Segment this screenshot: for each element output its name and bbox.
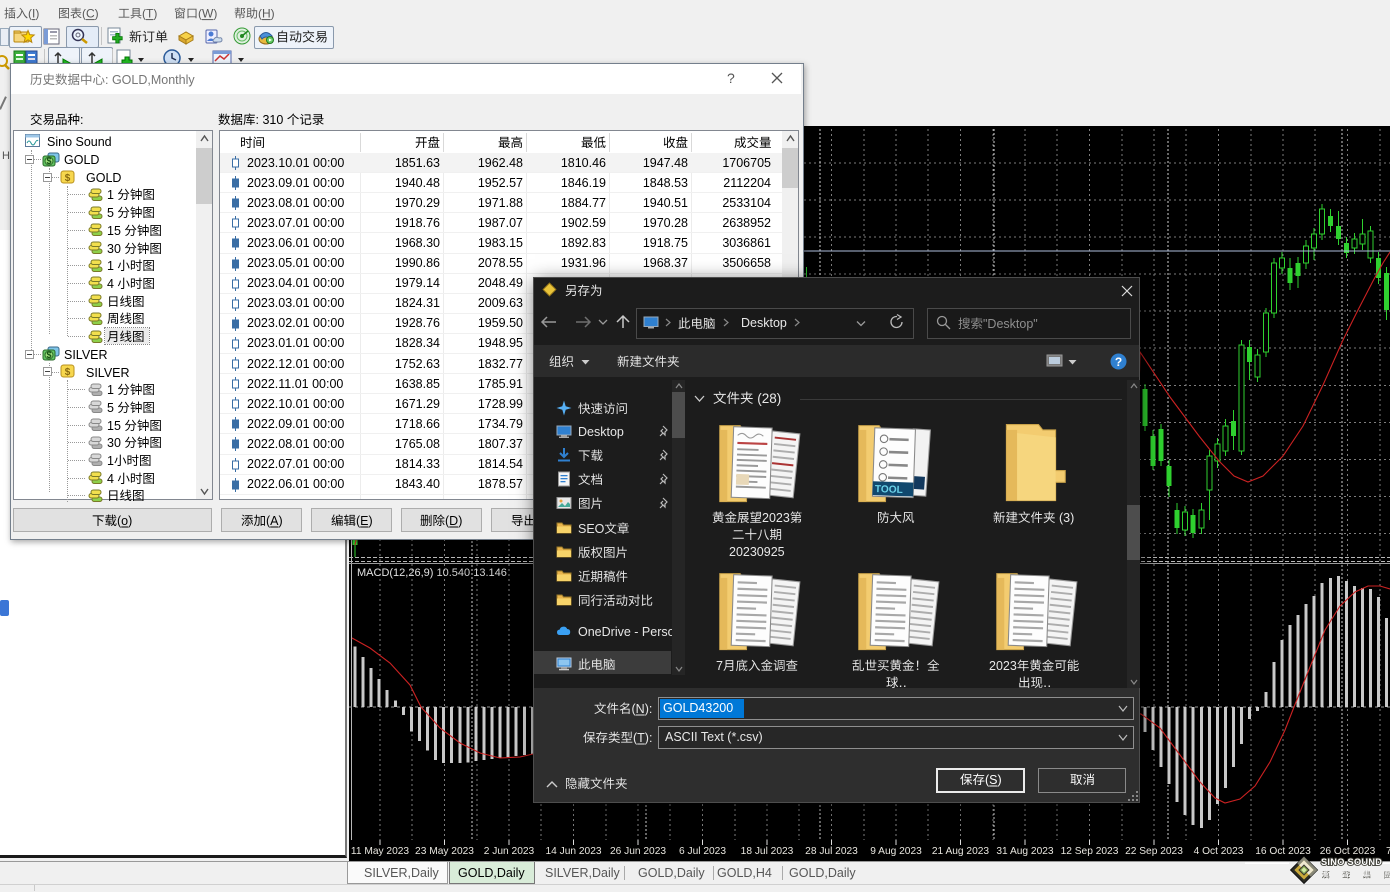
svg-text:(28): (28) — [754, 391, 782, 406]
svg-text:15: 15 — [107, 224, 124, 238]
svg-text:6 Jul 2023: 6 Jul 2023 — [679, 846, 726, 857]
svg-text:$: $ — [65, 367, 71, 378]
svg-text:(T): (T) — [142, 7, 157, 21]
svg-text:1: 1 — [107, 188, 117, 202]
svg-text:: 310: : 310 — [256, 113, 287, 127]
svg-text:20230925: 20230925 — [729, 545, 785, 559]
svg-text:GOLD: GOLD — [64, 153, 99, 167]
svg-text:5: 5 — [107, 206, 117, 220]
svg-text::: : — [80, 113, 83, 127]
svg-text:4 Oct 2023: 4 Oct 2023 — [1194, 846, 1244, 857]
svg-text:(o): (o) — [117, 514, 132, 528]
svg-text:TOOL: TOOL — [875, 484, 903, 496]
svg-text:SILVER: SILVER — [86, 366, 130, 380]
svg-text:?: ? — [1115, 355, 1122, 369]
svg-text:(W): (W) — [198, 7, 217, 21]
svg-text:4: 4 — [107, 472, 117, 486]
svg-text:4: 4 — [107, 277, 117, 291]
svg-text:(S): (S) — [985, 773, 1002, 787]
svg-text:7: 7 — [716, 659, 723, 673]
svg-text:22 Sep 2023: 22 Sep 2023 — [1125, 846, 1183, 857]
svg-text:1: 1 — [107, 454, 114, 468]
svg-text:(T):: (T): — [633, 731, 652, 745]
svg-text:15: 15 — [107, 419, 124, 433]
svg-text:28 Jul 2023: 28 Jul 2023 — [805, 846, 858, 857]
svg-text:Sino Sound: Sino Sound — [47, 135, 112, 149]
svg-text:30: 30 — [107, 436, 124, 450]
svg-text:(3): (3) — [1056, 511, 1075, 525]
svg-text:(C): (C) — [82, 7, 99, 21]
svg-text:23 May 2023: 23 May 2023 — [415, 846, 474, 857]
svg-text:2023: 2023 — [989, 659, 1017, 673]
svg-text:26 Jun 2023: 26 Jun 2023 — [610, 846, 666, 857]
svg-text:14 Jun 2023: 14 Jun 2023 — [545, 846, 601, 857]
svg-text:(N):: (N): — [631, 702, 652, 716]
svg-text:30: 30 — [107, 242, 124, 256]
svg-text:21 Aug 2023: 21 Aug 2023 — [932, 846, 990, 857]
svg-text:MACD(12,26,9) 10.540 13.146: MACD(12,26,9) 10.540 13.146 — [357, 567, 507, 579]
svg-text:12 Sep 2023: 12 Sep 2023 — [1061, 846, 1119, 857]
svg-text:9 Aug 2023: 9 Aug 2023 — [870, 846, 922, 857]
svg-text:2 Jun 2023: 2 Jun 2023 — [484, 846, 535, 857]
svg-text:SILVER: SILVER — [64, 348, 108, 362]
svg-text:$: $ — [46, 350, 51, 360]
svg-text:SINO SOUND: SINO SOUND — [1321, 857, 1382, 867]
svg-text:(H): (H) — [258, 7, 275, 21]
svg-text:SEO: SEO — [578, 522, 605, 536]
svg-text:"Desktop": "Desktop" — [983, 317, 1038, 331]
svg-text:OneDrive - Perso: OneDrive - Perso — [578, 625, 675, 639]
svg-text:(I): (I) — [28, 7, 39, 21]
svg-text:31 Aug 2023: 31 Aug 2023 — [996, 846, 1054, 857]
svg-text:11 May 2023: 11 May 2023 — [351, 846, 409, 857]
svg-text:$: $ — [46, 156, 51, 166]
svg-text:(E): (E) — [356, 514, 373, 528]
svg-text:: GOLD,Monthly: : GOLD,Monthly — [105, 73, 195, 87]
svg-text:5: 5 — [107, 401, 117, 415]
svg-text:(D): (D) — [445, 514, 462, 528]
svg-text:2023: 2023 — [762, 511, 790, 525]
svg-text:18 Jul 2023: 18 Jul 2023 — [741, 846, 794, 857]
svg-text:Desktop: Desktop — [578, 425, 624, 439]
svg-text:$: $ — [65, 173, 71, 184]
svg-text:1: 1 — [107, 383, 117, 397]
svg-text:GOLD: GOLD — [86, 171, 121, 185]
svg-text:1: 1 — [107, 259, 117, 273]
svg-text:(A): (A) — [266, 514, 283, 528]
